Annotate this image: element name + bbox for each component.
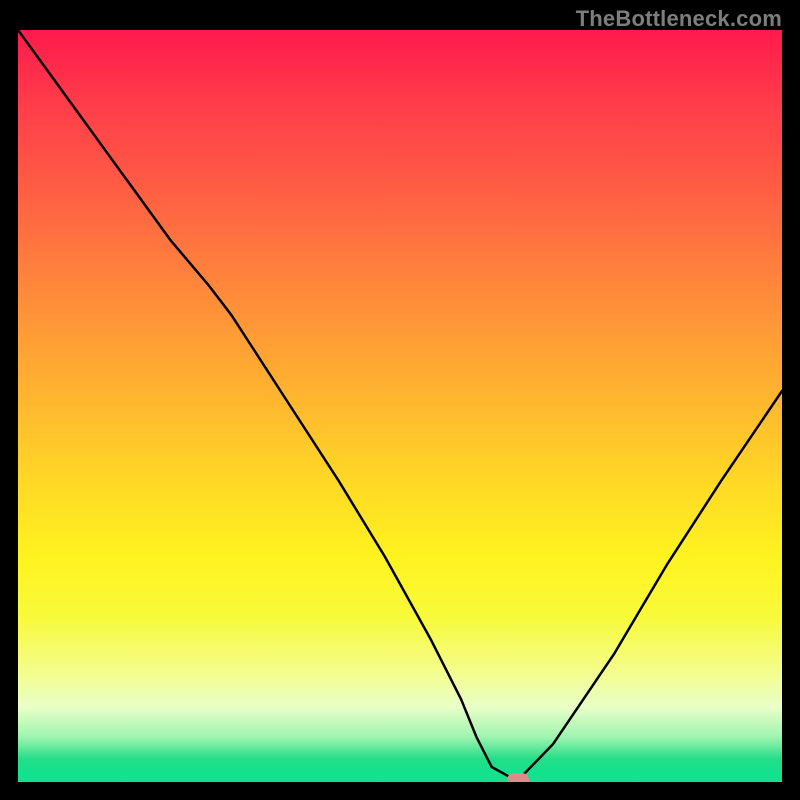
optimum-marker xyxy=(507,773,529,782)
plot-area xyxy=(18,30,782,782)
bottleneck-curve xyxy=(18,30,782,782)
chart-frame: TheBottleneck.com xyxy=(0,0,800,800)
watermark-text: TheBottleneck.com xyxy=(576,6,782,32)
curve-path xyxy=(18,30,782,780)
